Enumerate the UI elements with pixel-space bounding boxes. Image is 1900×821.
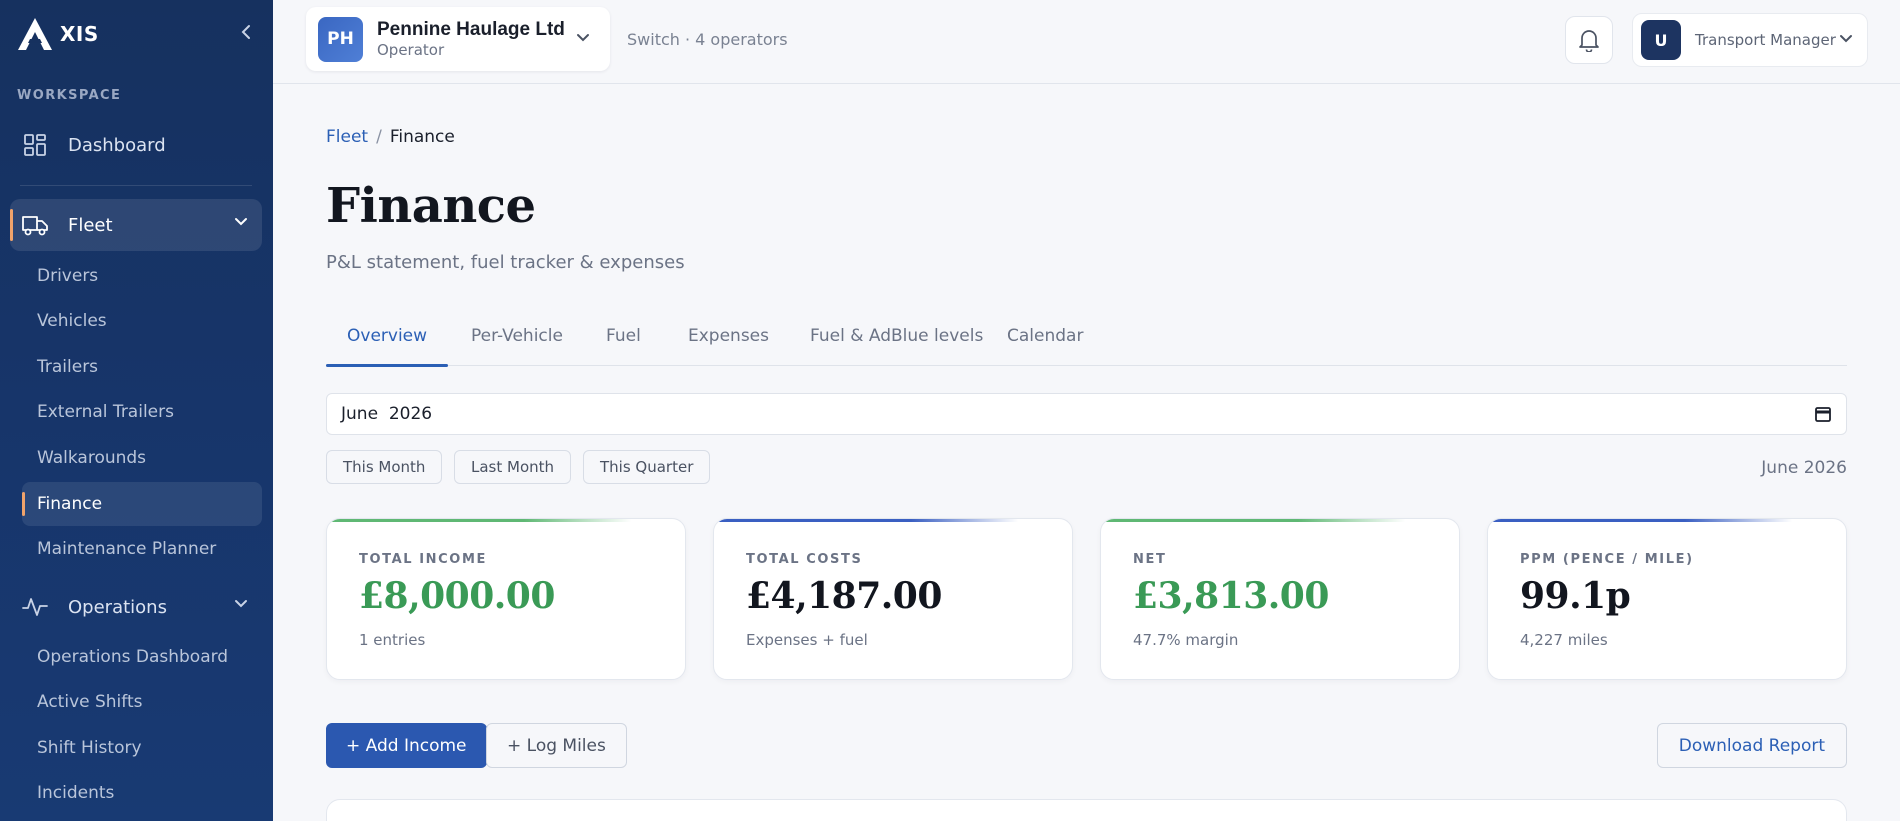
this-month-button[interactable]: This Month	[326, 450, 443, 484]
kpi-label: NET	[1133, 552, 1167, 567]
kpi-value: £8,000.00	[359, 575, 555, 617]
log-miles-button[interactable]: + Log Miles	[486, 723, 627, 768]
calendar-icon[interactable]	[1814, 405, 1832, 428]
sidebar-item-shift-history[interactable]: Shift History	[22, 726, 262, 770]
page-subtitle: P&L statement, fuel tracker & expenses	[326, 252, 685, 273]
user-menu[interactable]: U Transport Manager	[1632, 13, 1868, 67]
kpi-value: £3,813.00	[1133, 575, 1329, 617]
finance-tabs: Overview Per-Vehicle Fuel Expenses Fuel …	[326, 314, 1847, 367]
sidebar-item-trailers[interactable]: Trailers	[22, 345, 262, 389]
month-picker-input[interactable]: June 2026	[326, 393, 1847, 435]
chevron-down-icon	[1839, 32, 1853, 48]
card-accent-bar	[327, 519, 685, 522]
avatar: U	[1641, 20, 1681, 60]
collapse-sidebar-button[interactable]	[236, 22, 256, 42]
sidebar-item-active-shifts[interactable]: Active Shifts	[22, 680, 262, 724]
tab-overview[interactable]: Overview	[326, 314, 449, 367]
brand-logo[interactable]: XIS	[16, 16, 99, 52]
operator-switcher[interactable]: PH Pennine Haulage Ltd Operator	[306, 7, 610, 71]
tab-expenses[interactable]: Expenses	[667, 314, 790, 366]
operator-avatar: PH	[318, 16, 363, 62]
brand-name: XIS	[60, 22, 99, 46]
operator-role: Operator	[377, 41, 445, 59]
breadcrumb: Fleet / Finance	[326, 127, 455, 147]
chevron-down-icon	[234, 597, 248, 613]
sidebar-item-fleet[interactable]: Fleet	[10, 199, 262, 251]
month-picker-value: June 2026	[341, 404, 433, 424]
breadcrumb-fleet[interactable]: Fleet	[326, 127, 368, 147]
kpi-card-total-costs: TOTAL COSTS £4,187.00 Expenses + fuel	[713, 518, 1073, 680]
selected-period-label: June 2026	[1761, 458, 1847, 478]
workspace-section-label: WORKSPACE	[17, 88, 122, 103]
sidebar-item-drivers[interactable]: Drivers	[22, 254, 262, 298]
tab-per-vehicle[interactable]: Per-Vehicle	[450, 314, 584, 366]
card-accent-bar	[714, 519, 1072, 522]
sidebar-item-vehicles[interactable]: Vehicles	[22, 299, 262, 343]
breadcrumb-separator: /	[376, 127, 382, 147]
operator-count-text: Switch · 4 operators	[627, 30, 788, 49]
kpi-card-net: NET £3,813.00 47.7% margin	[1100, 518, 1460, 680]
user-role: Transport Manager	[1695, 31, 1836, 49]
page-title: Finance	[326, 178, 536, 234]
tab-calendar[interactable]: Calendar	[986, 314, 1104, 366]
kpi-value: 99.1p	[1520, 575, 1631, 617]
add-income-button[interactable]: + Add Income	[326, 723, 487, 768]
kpi-note: 47.7% margin	[1133, 631, 1239, 649]
truck-icon	[20, 210, 50, 240]
sidebar-item-incidents[interactable]: Incidents	[22, 771, 262, 815]
card-accent-bar	[1488, 519, 1846, 522]
this-quarter-button[interactable]: This Quarter	[583, 450, 711, 484]
download-report-button[interactable]: Download Report	[1656, 723, 1847, 768]
kpi-value: £4,187.00	[746, 575, 942, 617]
sidebar-item-label: Fleet	[68, 214, 113, 236]
operator-name: Pennine Haulage Ltd	[377, 19, 565, 40]
tab-fuel-adblue-levels[interactable]: Fuel & AdBlue levels	[789, 314, 1004, 366]
sidebar-item-walkarounds[interactable]: Walkarounds	[22, 436, 262, 480]
sidebar-item-maintenance-planner[interactable]: Maintenance Planner	[22, 527, 262, 571]
chevron-down-icon	[576, 31, 590, 47]
kpi-note: Expenses + fuel	[746, 631, 868, 649]
kpi-note: 1 entries	[359, 631, 426, 649]
kpi-card-ppm: PPM (PENCE / MILE) 99.1p 4,227 miles	[1487, 518, 1847, 680]
axis-logo-icon	[18, 18, 52, 50]
sidebar-item-dashboard[interactable]: Dashboard	[10, 119, 262, 171]
kpi-card-total-income: TOTAL INCOME £8,000.00 1 entries	[326, 518, 686, 680]
kpi-label: TOTAL COSTS	[746, 552, 863, 567]
notifications-button[interactable]	[1565, 16, 1613, 64]
last-month-button[interactable]: Last Month	[454, 450, 572, 484]
topbar: PH Pennine Haulage Ltd Operator Switch ·…	[273, 0, 1900, 84]
kpi-label: PPM (PENCE / MILE)	[1520, 552, 1694, 567]
sidebar-divider	[20, 185, 252, 186]
card-accent-bar	[1101, 519, 1459, 522]
sidebar-item-external-trailers[interactable]: External Trailers	[22, 390, 262, 434]
sidebar-item-label: Operations	[68, 596, 167, 618]
kpi-label: TOTAL INCOME	[359, 552, 487, 567]
activity-icon	[20, 592, 50, 622]
sidebar-item-finance[interactable]: Finance	[22, 482, 262, 526]
sidebar: XIS WORKSPACE Dashboard Fleet Drivers Ve…	[0, 0, 273, 821]
grid-icon	[20, 130, 50, 160]
chevron-left-icon	[241, 25, 250, 39]
sidebar-item-label: Dashboard	[68, 134, 166, 156]
sidebar-item-operations-dashboard[interactable]: Operations Dashboard	[22, 635, 262, 679]
finance-detail-panel	[326, 799, 1847, 821]
bell-icon	[1579, 30, 1599, 52]
chevron-down-icon	[234, 215, 248, 231]
breadcrumb-current: Finance	[389, 127, 455, 147]
sidebar-item-operations[interactable]: Operations	[10, 581, 262, 633]
tab-fuel[interactable]: Fuel	[585, 314, 662, 366]
kpi-note: 4,227 miles	[1520, 631, 1608, 649]
